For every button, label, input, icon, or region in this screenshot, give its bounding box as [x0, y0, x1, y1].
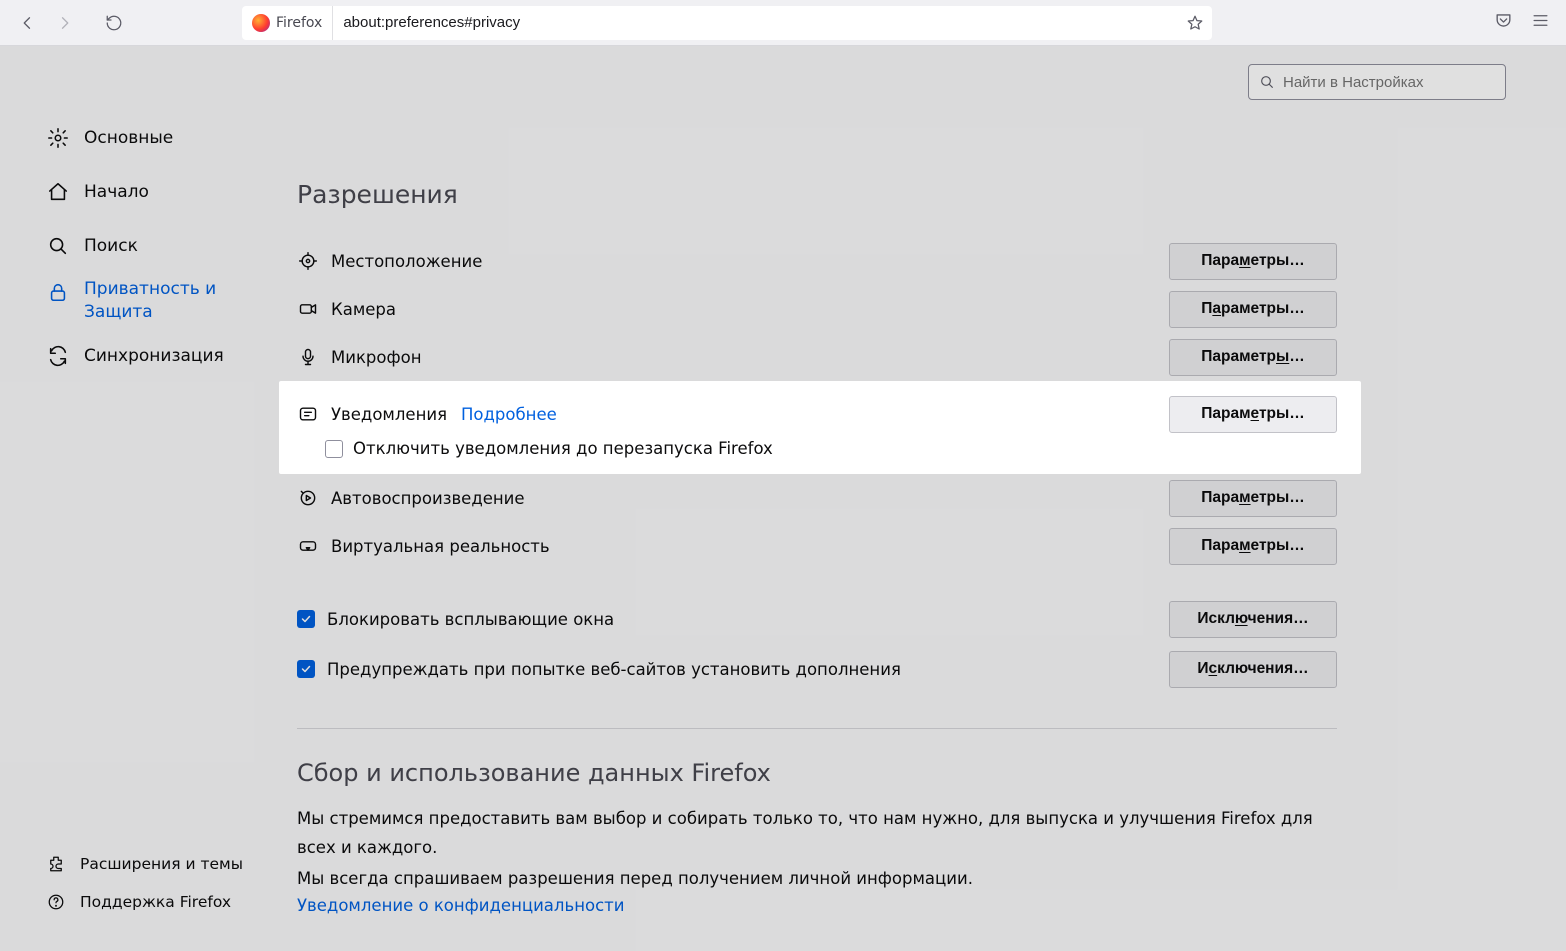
notifications-settings-button[interactable]: Параметры… — [1169, 396, 1337, 433]
block-popups-row: Блокировать всплывающие окна Исключения… — [297, 594, 1337, 644]
sidebar-item-home[interactable]: Начало — [46, 170, 275, 214]
lock-icon — [46, 280, 70, 304]
sidebar-item-label: Синхронизация — [84, 346, 224, 366]
sidebar-item-label: Расширения и темы — [80, 855, 243, 873]
notification-icon — [297, 403, 319, 425]
search-icon — [46, 234, 70, 258]
url-input[interactable] — [333, 14, 1178, 31]
warn-addon-checkbox[interactable] — [297, 660, 315, 678]
permission-camera: Камера Параметры… — [297, 285, 1337, 333]
arrow-right-icon — [55, 14, 73, 32]
url-bar[interactable]: Firefox — [242, 6, 1212, 40]
pause-notifications-row[interactable]: Отключить уведомления до перезапуска Fir… — [297, 439, 1337, 458]
pause-notifications-checkbox[interactable] — [325, 440, 343, 458]
warn-addon-label: Предупреждать при попытке веб-сайтов уст… — [327, 660, 901, 679]
sidebar-item-addons[interactable]: Расширения и темы — [46, 847, 275, 881]
firefox-icon — [252, 14, 270, 32]
vr-settings-button[interactable]: Параметры… — [1169, 528, 1337, 565]
arrow-left-icon — [19, 14, 37, 32]
warn-addon-install-row: Предупреждать при попытке веб-сайтов уст… — [297, 644, 1337, 694]
pause-notifications-label: Отключить уведомления до перезапуска Fir… — [353, 439, 773, 458]
section-separator — [297, 728, 1337, 729]
sidebar-item-sync[interactable]: Синхронизация — [46, 334, 275, 378]
permission-autoplay: Автовоспроизведение Параметры… — [297, 474, 1337, 522]
gear-icon — [46, 126, 70, 150]
location-settings-button[interactable]: Параметры… — [1169, 243, 1337, 280]
popup-exceptions-button[interactable]: Исключения… — [1169, 601, 1337, 638]
permission-notifications-panel: Уведомления Подробнее Параметры… Отключи… — [279, 381, 1361, 474]
sync-icon — [46, 344, 70, 368]
search-icon — [1259, 74, 1275, 90]
url-identity[interactable]: Firefox — [242, 6, 333, 40]
sidebar-item-general[interactable]: Основные — [46, 116, 275, 160]
permission-label: Автовоспроизведение — [331, 489, 525, 508]
pocket-button[interactable] — [1494, 11, 1513, 34]
permission-notifications: Уведомления Подробнее Параметры… — [297, 393, 1337, 435]
check-icon — [300, 663, 312, 675]
browser-chrome: Firefox — [0, 0, 1566, 46]
sidebar-item-label: Поиск — [84, 236, 138, 256]
sidebar-item-label: Поддержка Firefox — [80, 893, 231, 911]
permission-microphone: Микрофон Параметры… — [297, 333, 1337, 381]
permissions-heading: Разрешения — [297, 180, 1337, 209]
permission-label: Микрофон — [331, 348, 421, 367]
data-collection-body: Мы стремимся предоставить вам выбор и со… — [297, 805, 1337, 863]
microphone-icon — [297, 346, 319, 368]
bookmark-button[interactable] — [1178, 14, 1212, 32]
sidebar-item-privacy[interactable]: Приватность и Защита — [46, 278, 275, 324]
menu-button[interactable] — [1531, 11, 1550, 34]
notifications-learn-more-link[interactable]: Подробнее — [461, 405, 557, 424]
permission-label: Местоположение — [331, 252, 482, 271]
permission-label: Уведомления — [331, 405, 447, 424]
forward-button[interactable] — [46, 5, 82, 41]
preferences-page: Основные Начало Поиск Приватность и Защи… — [0, 46, 1566, 951]
autoplay-icon — [297, 487, 319, 509]
back-button[interactable] — [10, 5, 46, 41]
camera-icon — [297, 298, 319, 320]
microphone-settings-button[interactable]: Параметры… — [1169, 339, 1337, 376]
sidebar-item-label: Начало — [84, 182, 149, 202]
reload-button[interactable] — [96, 5, 132, 41]
sidebar-item-search[interactable]: Поиск — [46, 224, 275, 268]
preferences-main: Разрешения Местоположение Параметры… Кам… — [285, 46, 1566, 951]
preferences-search-input[interactable] — [1283, 74, 1495, 91]
toolbar-right — [1494, 11, 1556, 34]
permission-label: Камера — [331, 300, 396, 319]
identity-label: Firefox — [276, 15, 322, 31]
permission-location: Местоположение Параметры… — [297, 237, 1337, 285]
data-collection-body: Мы всегда спрашиваем разрешения перед по… — [297, 865, 1337, 894]
autoplay-settings-button[interactable]: Параметры… — [1169, 480, 1337, 517]
puzzle-icon — [46, 854, 66, 874]
preferences-search[interactable] — [1248, 64, 1506, 100]
addon-exceptions-button[interactable]: Исключения… — [1169, 651, 1337, 688]
home-icon — [46, 180, 70, 204]
pocket-icon — [1494, 11, 1513, 30]
sidebar-item-support[interactable]: Поддержка Firefox — [46, 885, 275, 919]
block-popups-checkbox[interactable] — [297, 610, 315, 628]
location-icon — [297, 250, 319, 272]
camera-settings-button[interactable]: Параметры… — [1169, 291, 1337, 328]
permission-label: Виртуальная реальность — [331, 537, 550, 556]
star-icon — [1186, 14, 1204, 32]
vr-icon — [297, 535, 319, 557]
block-popups-label: Блокировать всплывающие окна — [327, 610, 614, 629]
help-icon — [46, 892, 66, 912]
sidebar-item-label: Приватность и Защита — [84, 278, 244, 324]
reload-icon — [105, 14, 123, 32]
check-icon — [300, 613, 312, 625]
hamburger-icon — [1531, 11, 1550, 30]
preferences-sidebar: Основные Начало Поиск Приватность и Защи… — [0, 46, 285, 951]
permission-vr: Виртуальная реальность Параметры… — [297, 522, 1337, 570]
data-collection-heading: Сбор и использование данных Firefox — [297, 759, 1337, 787]
sidebar-item-label: Основные — [84, 128, 173, 148]
privacy-notice-link[interactable]: Уведомление о конфиденциальности — [297, 896, 624, 915]
